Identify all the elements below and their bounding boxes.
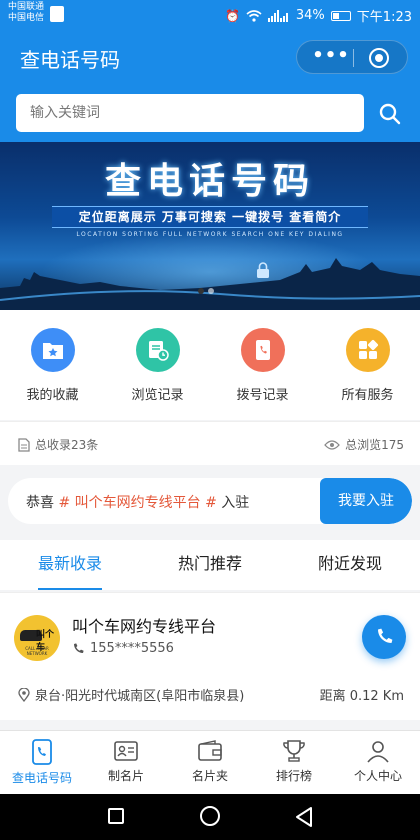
business-logo: 叫个车 CALL A CAR NETWORK — [14, 615, 60, 661]
trophy-icon — [283, 740, 305, 762]
apps-icon — [345, 328, 390, 372]
notice-text: 恭喜 # 叫个车网约专线平台 # 入驻 — [26, 492, 249, 512]
phone-icon — [32, 739, 52, 765]
nav-profile[interactable]: 个人中心 — [336, 731, 420, 794]
alarm-icon: ⏰ — [224, 8, 240, 23]
search-bar — [0, 84, 420, 142]
location-pin-icon — [18, 687, 30, 702]
service-browse-history[interactable]: 浏览记录 — [105, 310, 210, 420]
id-card-icon — [114, 741, 138, 761]
notice-prefix: 恭喜 — [26, 495, 54, 511]
nav-make-card[interactable]: 制名片 — [84, 731, 168, 794]
join-button[interactable]: 我要入驻 — [320, 478, 412, 524]
capsule-divider — [353, 49, 354, 67]
history-icon — [135, 328, 180, 372]
service-label: 所有服务 — [341, 388, 394, 403]
banner-title: 查电话号码 — [104, 161, 315, 202]
service-call-log[interactable]: 拨号记录 — [210, 310, 315, 420]
phone-book-icon — [240, 328, 285, 372]
service-grid: 我的收藏 浏览记录 拨号记录 所有服务 — [0, 310, 420, 420]
service-my-favorites[interactable]: 我的收藏 — [0, 310, 105, 420]
phone-call-icon — [378, 628, 393, 643]
banner-carousel[interactable]: 查电话号码 定位距离展示 万事可搜索 一键拨号 查看简介 LOCATION SO… — [0, 142, 420, 310]
eye-icon — [324, 439, 340, 450]
battery-percent: 34% — [295, 8, 325, 23]
status-bar: 中国联通 中国电信 ⏰ 34% 下午1:23 — [0, 0, 420, 30]
join-notice: 恭喜 # 叫个车网约专线平台 # 入驻 我要入驻 — [8, 478, 412, 524]
tab-popular[interactable]: 热门推荐 — [140, 540, 280, 590]
banner-subtitle: LOCATION SORTING FULL NETWORK SEARCH ONE… — [76, 231, 344, 238]
search-icon[interactable] — [378, 102, 402, 126]
recent-apps-button[interactable] — [108, 808, 124, 824]
nav-label: 查电话号码 — [11, 771, 72, 785]
sim-icon — [50, 6, 64, 22]
bottom-tab-bar: 查电话号码 制名片 名片夹 排行榜 个人中心 — [0, 730, 420, 794]
carrier-2: 中国电信 — [8, 13, 45, 23]
total-views: 总浏览175 — [345, 438, 404, 452]
battery-fill — [332, 12, 339, 19]
notice-highlight: # 叫个车网约专线平台 # — [58, 495, 217, 511]
business-address: 泉台·阳光时代城南区(阜阳市临泉县) — [18, 685, 244, 704]
more-menu-button[interactable]: ••• — [311, 45, 351, 66]
service-label: 我的收藏 — [26, 388, 79, 403]
business-distance: 距离 0.12 Km — [319, 689, 404, 704]
menu-capsule: ••• — [296, 40, 408, 74]
close-miniprogram-button[interactable] — [369, 48, 389, 68]
document-icon — [18, 437, 30, 452]
app-header: 查电话号码 ••• — [0, 30, 420, 84]
back-button[interactable] — [294, 806, 314, 828]
nav-phone-lookup[interactable]: 查电话号码 — [0, 731, 84, 794]
home-button[interactable] — [200, 806, 220, 826]
battery-icon — [330, 10, 351, 21]
search-input[interactable] — [16, 94, 364, 132]
nav-ranking[interactable]: 排行榜 — [252, 731, 336, 794]
user-icon — [367, 741, 389, 763]
carousel-dot-active[interactable] — [198, 288, 204, 294]
phone-number: 155****5556 — [90, 641, 174, 656]
nav-card-holder[interactable]: 名片夹 — [168, 731, 252, 794]
nav-label: 排行榜 — [275, 769, 312, 783]
service-all-services[interactable]: 所有服务 — [315, 310, 420, 420]
address-text: 泉台·阳光时代城南区(阜阳市临泉县) — [35, 689, 245, 704]
service-label: 拨号记录 — [236, 388, 289, 403]
carrier-1: 中国联通 — [8, 2, 45, 12]
clock: 下午1:23 — [356, 10, 412, 25]
phone-small-icon — [74, 642, 84, 653]
wallet-icon — [198, 740, 222, 761]
service-label: 浏览记录 — [131, 388, 184, 403]
system-navigation-bar — [0, 794, 420, 840]
nav-label: 个人中心 — [353, 769, 402, 783]
notice-suffix: 入驻 — [221, 495, 250, 511]
logo-tagline: CALL A CAR NETWORK — [25, 646, 49, 656]
banner-tagline: 定位距离展示 万事可搜索 一键拨号 查看简介 — [52, 206, 368, 228]
signal-icon — [267, 9, 288, 22]
nav-label: 制名片 — [107, 769, 144, 783]
list-item[interactable]: 叫个车 CALL A CAR NETWORK 叫个车网约专线平台 155****… — [0, 592, 420, 720]
call-button[interactable] — [362, 615, 406, 659]
nav-label: 名片夹 — [191, 769, 228, 783]
tab-nearby[interactable]: 附近发现 — [280, 540, 420, 590]
total-listings: 总收录23条 — [35, 438, 99, 452]
listing-tabs: 最新收录 热门推荐 附近发现 — [0, 540, 420, 590]
business-phone: 155****5556 — [72, 641, 174, 656]
page-title: 查电话号码 — [20, 48, 120, 72]
tab-latest[interactable]: 最新收录 — [0, 540, 140, 590]
city-skyline-image — [0, 258, 420, 310]
carousel-dot[interactable] — [208, 288, 214, 294]
business-name: 叫个车网约专线平台 — [72, 617, 217, 636]
folder-star-icon — [30, 328, 75, 372]
lock-icon — [257, 262, 269, 278]
carousel-dots — [198, 288, 214, 294]
stats-bar: 总收录23条 总浏览175 — [0, 421, 420, 465]
carrier-info: 中国联通 中国电信 — [8, 2, 44, 24]
wifi-icon — [246, 9, 262, 22]
